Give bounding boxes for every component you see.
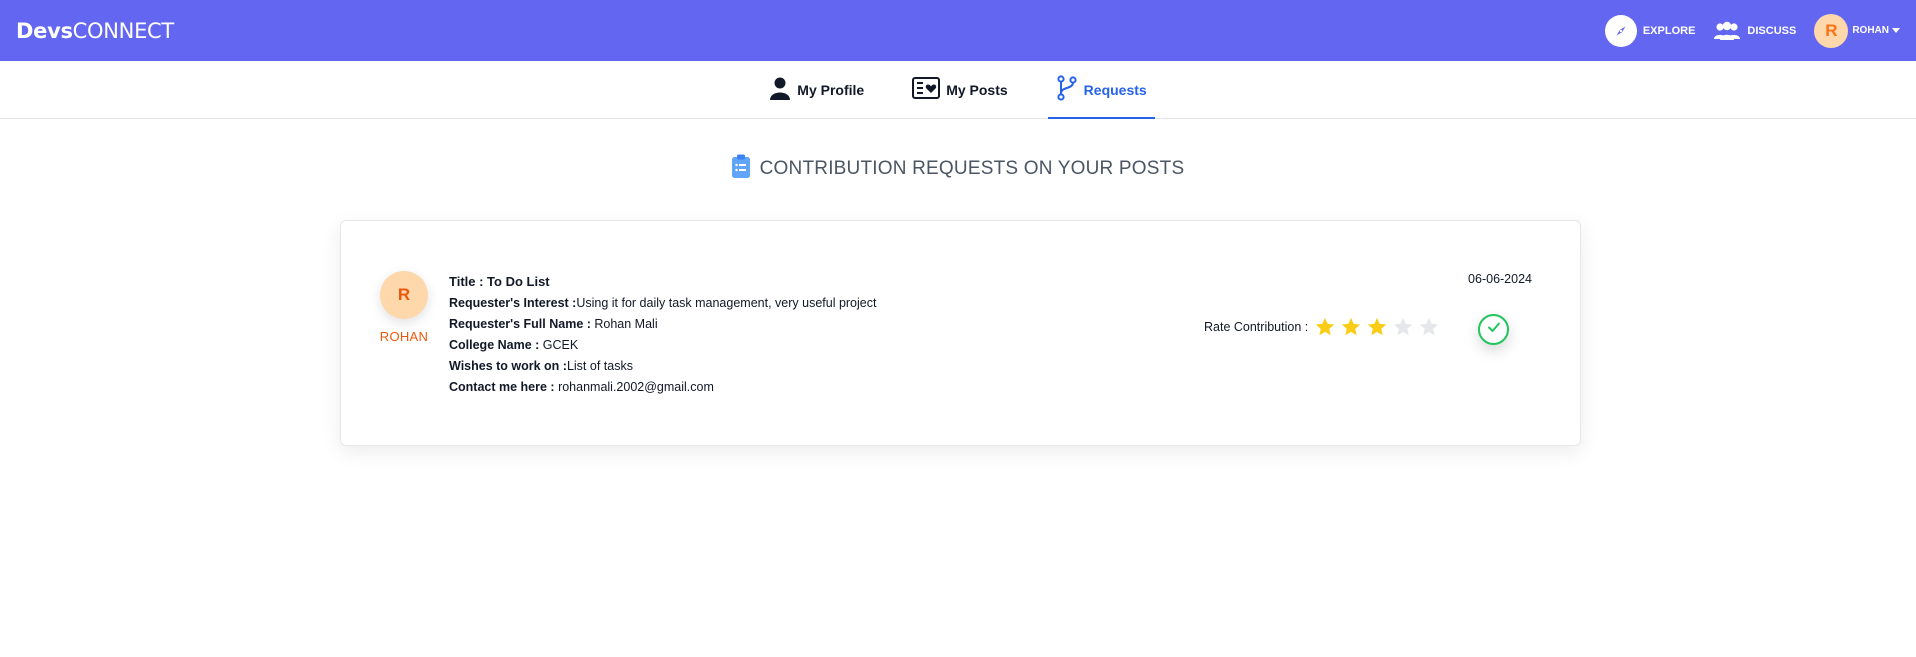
tab-my-profile[interactable]: My Profile xyxy=(761,61,872,118)
post-title: Title : To Do List xyxy=(449,274,550,289)
explore-link[interactable]: EXPLORE xyxy=(1604,14,1696,47)
request-card: R ROHAN Title : To Do List Requester's I… xyxy=(340,220,1581,446)
fullname-row: Requester's Full Name : Rohan Mali xyxy=(449,314,876,335)
requester-profile[interactable]: R ROHAN xyxy=(379,271,429,344)
star-icon[interactable] xyxy=(1312,315,1338,339)
tab-my-posts[interactable]: My Posts xyxy=(904,61,1015,118)
tab-label: My Profile xyxy=(797,81,865,98)
avatar: R xyxy=(380,271,428,319)
interest-row: Requester's Interest :Using it for daily… xyxy=(449,293,876,314)
user-menu[interactable]: R ROHAN xyxy=(1814,13,1900,48)
chevron-down-icon xyxy=(1892,28,1900,33)
fullname-label: Requester's Full Name : xyxy=(449,317,591,331)
rating-section: Rate Contribution : xyxy=(1204,315,1442,339)
star-icon[interactable] xyxy=(1364,315,1390,339)
interest-value: Using it for daily task management, very… xyxy=(576,296,877,310)
tab-label: Requests xyxy=(1083,81,1147,98)
profile-tabs: My Profile My Posts Requests xyxy=(0,61,1916,119)
college-value: GCEK xyxy=(539,338,579,352)
branch-icon xyxy=(1056,75,1084,104)
request-date: 06-06-2024 xyxy=(1468,272,1532,286)
rate-label: Rate Contribution : xyxy=(1204,320,1309,334)
tab-requests[interactable]: Requests xyxy=(1047,61,1155,119)
top-navbar: Devs CONNECT EXPLORE DISCUSS R ROHAN xyxy=(0,0,1916,61)
contact-row: Contact me here : rohanmali.2002@gmail.c… xyxy=(449,377,876,398)
page-title: CONTRIBUTION REQUESTS ON YOUR POSTS xyxy=(0,154,1916,184)
star-icon[interactable] xyxy=(1338,315,1364,339)
fullname-value: Rohan Mali xyxy=(590,317,658,331)
brand-part1: Devs xyxy=(16,18,73,43)
person-icon xyxy=(769,76,797,103)
requester-name: ROHAN xyxy=(379,329,429,344)
user-avatar: R xyxy=(1814,13,1849,48)
check-icon xyxy=(1486,319,1502,340)
star-icon[interactable] xyxy=(1390,315,1416,339)
work-row: Wishes to work on :List of tasks xyxy=(449,356,876,377)
contact-value[interactable]: rohanmali.2002@gmail.com xyxy=(555,380,714,394)
contact-label: Contact me here : xyxy=(449,380,555,394)
clipboard-icon xyxy=(731,154,760,184)
compass-icon xyxy=(1604,14,1637,47)
college-label: College Name : xyxy=(449,338,540,352)
posts-icon xyxy=(912,77,946,102)
work-value: List of tasks xyxy=(566,359,633,373)
discuss-link[interactable]: DISCUSS xyxy=(1713,21,1796,41)
star-rating[interactable] xyxy=(1312,315,1442,339)
college-row: College Name : GCEK xyxy=(449,335,876,356)
page-title-text: CONTRIBUTION REQUESTS ON YOUR POSTS xyxy=(759,158,1185,179)
star-icon[interactable] xyxy=(1416,315,1442,339)
people-icon xyxy=(1713,21,1741,41)
tab-label: My Posts xyxy=(946,81,1008,98)
discuss-label: DISCUSS xyxy=(1747,24,1797,37)
brand-logo[interactable]: Devs CONNECT xyxy=(16,19,174,43)
brand-part2: CONNECT xyxy=(72,18,175,43)
request-details: Title : To Do List Requester's Interest … xyxy=(449,271,876,398)
user-name: ROHAN xyxy=(1852,25,1889,36)
accept-button[interactable] xyxy=(1478,314,1509,345)
explore-label: EXPLORE xyxy=(1642,24,1696,37)
nav-right: EXPLORE DISCUSS R ROHAN xyxy=(1604,0,1900,61)
interest-label: Requester's Interest : xyxy=(449,296,577,310)
work-label: Wishes to work on : xyxy=(449,359,567,373)
